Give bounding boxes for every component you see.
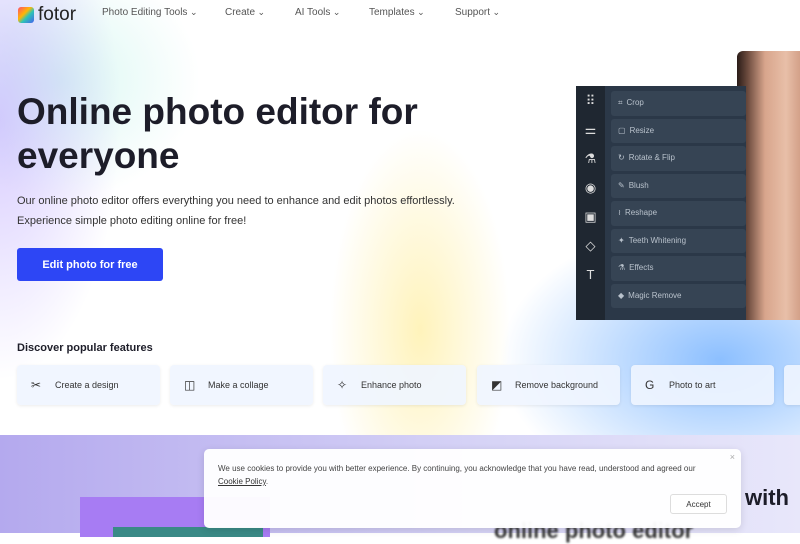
lower-heading: with — [745, 485, 789, 510]
top-nav: fotor Photo Editing Tools Create AI Tool… — [0, 0, 800, 26]
tool-resize: ▢ Resize — [611, 118, 746, 143]
fotor-logo[interactable]: fotor — [18, 4, 76, 26]
eraser-icon: ◆ — [618, 290, 625, 300]
feature-create-design[interactable]: ✂ Create a design — [17, 365, 160, 405]
tool-magic-remove: ◆ Magic Remove — [611, 283, 746, 308]
edit-photo-button[interactable]: Edit photo for free — [17, 248, 163, 281]
feature-card-partial[interactable] — [784, 365, 800, 405]
description-line-2: Experience simple photo editing online f… — [17, 215, 247, 227]
close-icon[interactable]: × — [730, 452, 735, 462]
hero-description: Our online photo editor offers everythin… — [17, 191, 497, 231]
tool-reshape: ≀ Reshape — [611, 201, 746, 226]
tool-rotate: ↻ Rotate & Flip — [611, 146, 746, 171]
nav-create[interactable]: Create — [225, 7, 265, 18]
description-line-1: Our online photo editor offers everythin… — [17, 195, 455, 207]
feature-make-collage[interactable]: ◫ Make a collage — [170, 365, 313, 405]
logo-text: fotor — [38, 4, 77, 25]
nav-photo-editing-tools[interactable]: Photo Editing Tools — [102, 7, 197, 18]
reshape-icon: ≀ — [618, 208, 621, 217]
nav-templates[interactable]: Templates — [369, 7, 425, 18]
flask-icon: ⚗ — [584, 151, 597, 166]
resize-icon: ▢ — [618, 125, 626, 135]
design-icon: ✂ — [31, 378, 42, 392]
blush-icon: ✎ — [618, 180, 625, 190]
cookie-text: We use cookies to provide you with bette… — [218, 464, 696, 486]
cookie-policy-link[interactable]: Cookie Policy — [218, 477, 266, 486]
tool-teeth: ✦ Teeth Whitening — [611, 228, 746, 253]
editor-preview: ⠿ ⚌ ⚗ ◉ ▣ ◇ T ⌗ Crop ▢ Resize ↻ Rotate & Fl… — [576, 86, 746, 320]
features-title: Discover popular features — [17, 342, 153, 354]
feature-enhance-photo[interactable]: ✧ Enhance photo — [323, 365, 466, 405]
nav-support[interactable]: Support — [455, 7, 500, 18]
lower-image — [113, 527, 263, 537]
enhance-icon: ✧ — [337, 378, 348, 392]
nav-ai-tools[interactable]: AI Tools — [295, 7, 340, 18]
sliders-icon: ⚌ — [584, 122, 597, 137]
shapes-icon: ◇ — [585, 238, 596, 253]
tool-blush: ✎ Blush — [611, 173, 746, 198]
tool-effects: ⚗ Effects — [611, 256, 746, 281]
eye-icon: ◉ — [584, 180, 597, 195]
accept-button[interactable]: Accept — [670, 494, 727, 514]
logo-icon — [18, 7, 34, 23]
collage-icon: ◫ — [184, 378, 196, 392]
remove-bg-icon: ◩ — [491, 378, 503, 392]
portrait-photo — [737, 51, 800, 320]
editor-tools: ⌗ Crop ▢ Resize ↻ Rotate & Flip ✎ Blush ≀ Res… — [611, 91, 746, 311]
text-icon: T — [586, 267, 595, 282]
editor-rail: ⠿ ⚌ ⚗ ◉ ▣ ◇ T — [576, 86, 605, 320]
tool-crop: ⌗ Crop — [611, 91, 746, 116]
feature-remove-background[interactable]: ◩ Remove background — [477, 365, 620, 405]
grid-icon: ⠿ — [585, 93, 596, 108]
frame-icon: ▣ — [584, 209, 597, 224]
rotate-icon: ↻ — [618, 153, 625, 162]
teeth-icon: ✦ — [618, 235, 625, 245]
effects-icon: ⚗ — [618, 263, 626, 272]
cookie-banner: We use cookies to provide you with bette… — [204, 449, 741, 528]
hero-title: Online photo editor for everyone — [17, 91, 418, 176]
art-icon: G — [645, 378, 655, 392]
feature-photo-to-art[interactable]: G Photo to art — [631, 365, 774, 405]
crop-icon: ⌗ — [618, 98, 623, 107]
